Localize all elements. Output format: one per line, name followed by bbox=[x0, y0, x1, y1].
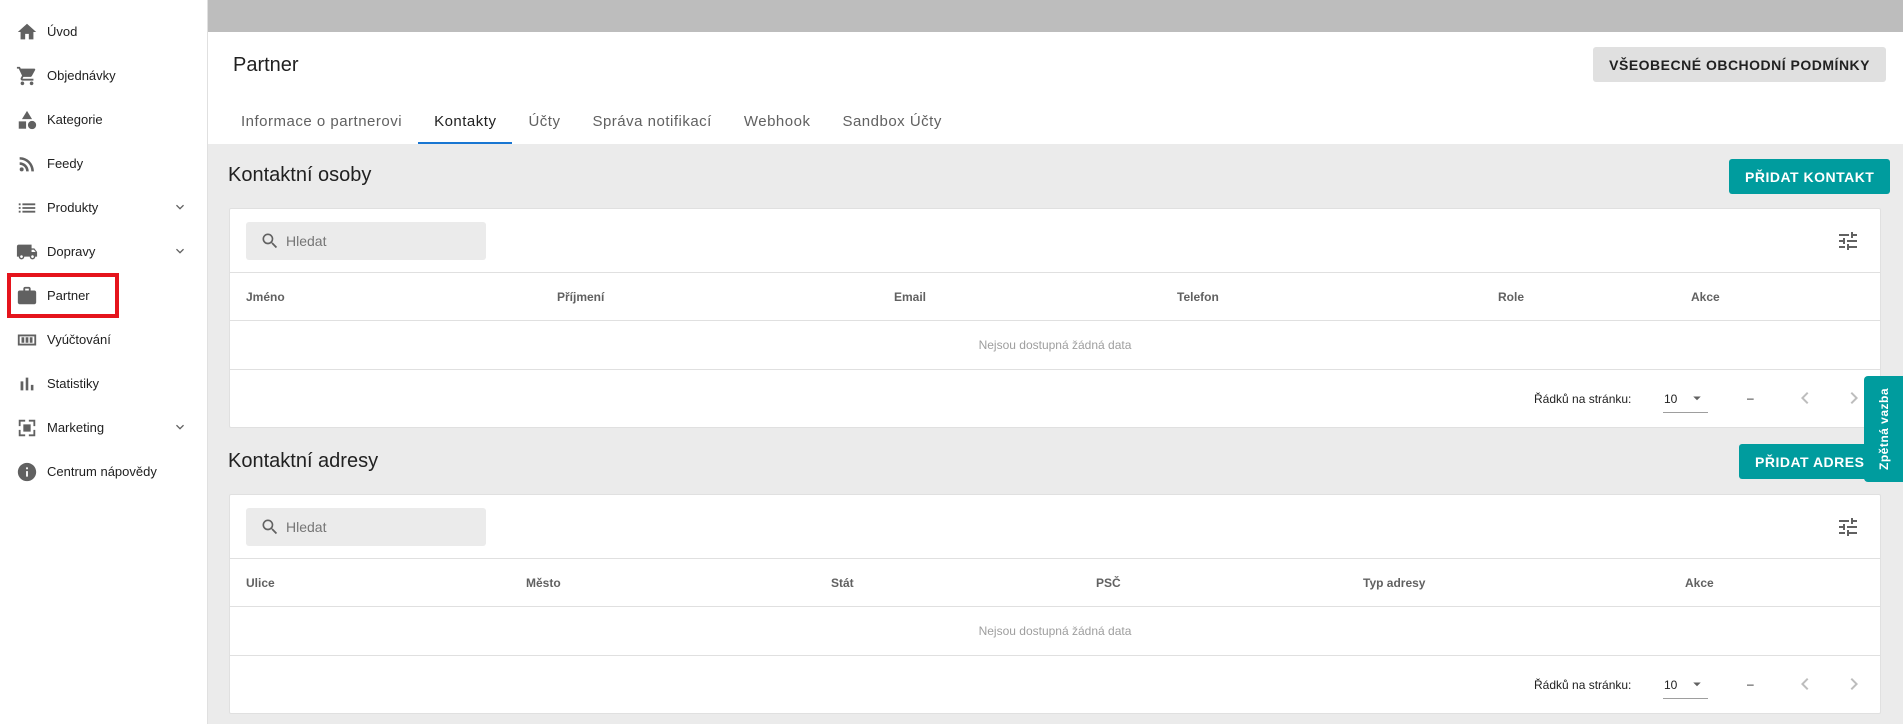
search-icon bbox=[260, 517, 280, 537]
tab-accounts[interactable]: Účty bbox=[512, 98, 576, 144]
add-address-button[interactable]: PŘIDAT ADRESU bbox=[1739, 444, 1872, 479]
column-header: Akce bbox=[1685, 576, 1714, 590]
truck-icon bbox=[16, 241, 38, 263]
sidebar-item-marketing[interactable]: Marketing bbox=[0, 405, 207, 449]
sidebar-item-centrum-napovedy[interactable]: Centrum nápovědy bbox=[0, 449, 207, 493]
rows-per-page-value: 10 bbox=[1664, 392, 1678, 406]
rows-per-page-label: Řádků na stránku: bbox=[1534, 678, 1632, 692]
sidebar-item-label: Statistiky bbox=[47, 375, 100, 391]
sidebar-item-uvod[interactable]: Úvod bbox=[0, 9, 207, 53]
feedback-label: Zpětná vazba bbox=[1876, 387, 1891, 471]
tab-webhook[interactable]: Webhook bbox=[728, 98, 827, 144]
bar-chart-icon bbox=[16, 373, 38, 395]
billing-icon bbox=[16, 329, 38, 351]
sidebar-item-dopravy[interactable]: Dopravy bbox=[0, 229, 207, 273]
contacts-section-title: Kontaktní osoby bbox=[228, 164, 372, 186]
previous-page-icon[interactable] bbox=[1793, 386, 1817, 410]
table-header: Jméno Příjmení Email Telefon Role Akce bbox=[230, 273, 1880, 321]
next-page-icon[interactable] bbox=[1842, 672, 1866, 696]
list-icon bbox=[16, 197, 38, 219]
chevron-down-icon bbox=[172, 243, 188, 259]
chevron-down-icon bbox=[172, 199, 188, 215]
info-icon bbox=[16, 461, 38, 483]
sidebar-item-produkty[interactable]: Produkty bbox=[0, 185, 207, 229]
sidebar-item-partner[interactable]: Partner bbox=[0, 273, 207, 317]
sidebar-item-label: Feedy bbox=[47, 155, 84, 171]
rss-icon bbox=[16, 153, 38, 175]
category-icon bbox=[16, 109, 38, 131]
addresses-section-title: Kontaktní adresy bbox=[228, 450, 379, 472]
column-header[interactable]: Typ adresy bbox=[1363, 576, 1425, 590]
top-bar bbox=[208, 0, 1903, 32]
pagination: Řádků na stránku: 10 – bbox=[230, 656, 1880, 713]
tab-partner-info[interactable]: Informace o partnerovi bbox=[225, 98, 418, 144]
page-title: Partner bbox=[233, 54, 299, 76]
main-content: Partner VŠEOBECNÉ OBCHODNÍ PODMÍNKY Info… bbox=[208, 0, 1903, 724]
search-icon bbox=[260, 231, 280, 251]
sidebar: Úvod Objednávky Kategorie Feedy Produkty… bbox=[0, 0, 208, 724]
tab-bar: Informace o partnerovi Kontakty Účty Spr… bbox=[225, 98, 958, 144]
rows-per-page-value: 10 bbox=[1664, 678, 1678, 692]
contacts-table: Jméno Příjmení Email Telefon Role Akce N… bbox=[229, 208, 1881, 428]
add-contact-button[interactable]: PŘIDAT KONTAKT bbox=[1729, 159, 1891, 194]
column-header[interactable]: Ulice bbox=[246, 576, 275, 590]
table-toolbar bbox=[230, 209, 1880, 273]
rows-per-page-select[interactable]: 10 bbox=[1663, 671, 1708, 699]
terms-button[interactable]: VŠEOBECNÉ OBCHODNÍ PODMÍNKY bbox=[1593, 47, 1886, 82]
column-header[interactable]: Příjmení bbox=[557, 290, 604, 304]
column-header: Akce bbox=[1691, 290, 1720, 304]
sidebar-item-label: Marketing bbox=[47, 419, 105, 435]
dropdown-arrow-icon bbox=[1688, 389, 1706, 407]
sidebar-item-objednavky[interactable]: Objednávky bbox=[0, 53, 207, 97]
sidebar-item-label: Kategorie bbox=[47, 111, 103, 127]
chevron-down-icon bbox=[172, 419, 188, 435]
column-settings-icon[interactable] bbox=[1836, 229, 1860, 253]
tab-sandbox-accounts[interactable]: Sandbox Účty bbox=[826, 98, 957, 144]
sidebar-item-label: Centrum nápovědy bbox=[47, 463, 157, 479]
sidebar-item-label: Úvod bbox=[47, 23, 78, 39]
column-header[interactable]: Role bbox=[1498, 290, 1524, 304]
sidebar-item-feedy[interactable]: Feedy bbox=[0, 141, 207, 185]
sidebar-item-label: Vyúčtování bbox=[47, 331, 111, 347]
search-box bbox=[246, 222, 486, 260]
page-header: Partner VŠEOBECNÉ OBCHODNÍ PODMÍNKY Info… bbox=[208, 32, 1903, 144]
feedback-tab[interactable]: Zpětná vazba bbox=[1864, 376, 1903, 482]
sidebar-item-label: Objednávky bbox=[47, 67, 116, 83]
search-box bbox=[246, 508, 486, 546]
search-input[interactable] bbox=[286, 222, 476, 260]
marketing-icon bbox=[16, 417, 38, 439]
rows-per-page-select[interactable]: 10 bbox=[1663, 385, 1708, 413]
previous-page-icon[interactable] bbox=[1793, 672, 1817, 696]
column-header[interactable]: Email bbox=[894, 290, 926, 304]
cart-icon bbox=[16, 65, 38, 87]
column-settings-icon[interactable] bbox=[1836, 515, 1860, 539]
column-header[interactable]: Město bbox=[526, 576, 561, 590]
table-header: Ulice Město Stát PSČ Typ adresy Akce bbox=[230, 559, 1880, 607]
sidebar-item-label: Dopravy bbox=[47, 243, 96, 259]
column-header[interactable]: Jméno bbox=[246, 290, 285, 304]
addresses-table: Ulice Město Stát PSČ Typ adresy Akce Nej… bbox=[229, 494, 1881, 714]
sidebar-item-kategorie[interactable]: Kategorie bbox=[0, 97, 207, 141]
page-range: – bbox=[1747, 391, 1754, 405]
next-page-icon[interactable] bbox=[1842, 386, 1866, 410]
tab-notifications[interactable]: Správa notifikací bbox=[576, 98, 727, 144]
sidebar-item-label: Produkty bbox=[47, 199, 99, 215]
rows-per-page-label: Řádků na stránku: bbox=[1534, 392, 1632, 406]
column-header[interactable]: Stát bbox=[831, 576, 854, 590]
home-icon bbox=[16, 21, 38, 43]
sidebar-item-label: Partner bbox=[47, 287, 90, 303]
empty-state: Nejsou dostupná žádná data bbox=[230, 607, 1880, 656]
column-header[interactable]: PSČ bbox=[1096, 576, 1121, 590]
empty-state: Nejsou dostupná žádná data bbox=[230, 321, 1880, 370]
pagination: Řádků na stránku: 10 – bbox=[230, 370, 1880, 427]
page-range: – bbox=[1747, 677, 1754, 691]
tab-contacts[interactable]: Kontakty bbox=[418, 98, 513, 144]
table-toolbar bbox=[230, 495, 1880, 559]
dropdown-arrow-icon bbox=[1688, 675, 1706, 693]
sidebar-item-vyuctovani[interactable]: Vyúčtování bbox=[0, 317, 207, 361]
search-input[interactable] bbox=[286, 508, 476, 546]
briefcase-icon bbox=[16, 285, 38, 307]
sidebar-item-statistiky[interactable]: Statistiky bbox=[0, 361, 207, 405]
column-header[interactable]: Telefon bbox=[1177, 290, 1219, 304]
